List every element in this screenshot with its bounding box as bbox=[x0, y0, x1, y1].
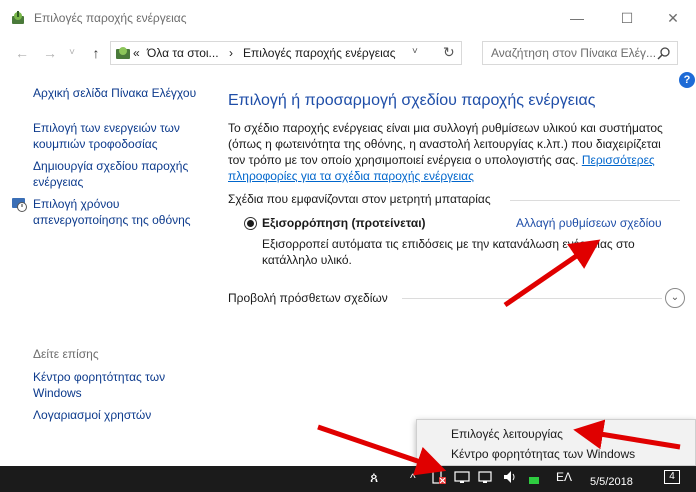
forward-button[interactable]: → bbox=[40, 43, 60, 63]
divider bbox=[510, 200, 680, 201]
close-button[interactable]: ✕ bbox=[650, 0, 696, 36]
minimize-button[interactable]: — bbox=[554, 0, 600, 36]
breadcrumb-current[interactable]: Επιλογές παροχής ενέργειας bbox=[243, 46, 395, 60]
display-timer-icon bbox=[12, 198, 27, 212]
sidebar-item-label: Κέντρο φορητότητας των bbox=[33, 370, 166, 384]
sidebar-item-label: Επιλογή των ενεργειών των bbox=[33, 121, 180, 135]
menu-item-power-options[interactable]: Επιλογές λειτουργίας bbox=[417, 424, 695, 444]
plan-radio-balanced[interactable] bbox=[244, 217, 257, 230]
sidebar-item-label: ενέργειας bbox=[33, 175, 84, 189]
taskbar-date[interactable]: 5/5/2018 bbox=[590, 476, 633, 488]
sidebar-item-label: Δημιουργία σχεδίου παροχής bbox=[33, 159, 189, 173]
see-also-heading: Δείτε επίσης bbox=[33, 347, 99, 361]
battery-warning-icon[interactable] bbox=[430, 469, 446, 485]
change-plan-settings-link[interactable]: Αλλαγή ρυθμίσεων σχεδίου bbox=[516, 216, 662, 230]
show-hidden-icons-chevron[interactable]: ^ bbox=[410, 471, 416, 485]
back-button[interactable]: ← bbox=[12, 43, 32, 63]
battery-level-icon[interactable] bbox=[526, 469, 542, 485]
sidebar-item-mobility-center[interactable]: Κέντρο φορητότητας των Windows bbox=[33, 369, 165, 401]
sidebar-item-label: Λογαριασμοί χρηστών bbox=[33, 408, 152, 422]
sidebar-item-user-accounts[interactable]: Λογαριασμοί χρηστών bbox=[33, 407, 151, 423]
address-bar[interactable]: « Όλα τα στοι... › Επιλογές παροχής ενέρ… bbox=[110, 41, 462, 65]
help-icon[interactable]: ? bbox=[679, 72, 695, 88]
arrow-to-battery-icon bbox=[317, 424, 447, 476]
sidebar-item-label: Επιλογή χρόνου bbox=[33, 197, 120, 211]
sidebar-item-power-buttons[interactable]: Επιλογή των ενεργειών των κουμπιών τροφο… bbox=[33, 120, 180, 152]
display-icon[interactable] bbox=[478, 469, 494, 485]
sidebar-item-label: κουμπιών τροφοδοσίας bbox=[33, 137, 158, 151]
menu-item-mobility-center[interactable]: Κέντρο φορητότητας των Windows bbox=[417, 444, 695, 464]
up-button[interactable]: ↑ bbox=[86, 43, 106, 63]
plan-description: Εξισορροπεί αυτόματα τις επιδόσεις με τη… bbox=[262, 237, 635, 267]
expand-chevron-icon[interactable]: ⌄ bbox=[665, 288, 685, 308]
people-icon[interactable]: ጰ bbox=[370, 469, 378, 486]
search-box[interactable]: Αναζήτηση στον Πίνακα Ελέγ... bbox=[482, 41, 678, 65]
address-dropdown-icon[interactable]: ˅ bbox=[412, 46, 418, 57]
notifications-icon[interactable]: 4 bbox=[664, 470, 680, 484]
sidebar-item-control-panel-home[interactable]: Αρχική σελίδα Πίνακα Ελέγχου bbox=[33, 85, 196, 101]
sidebar-item-label: απενεργοποίησης της οθόνης bbox=[33, 213, 191, 227]
sidebar-item-create-plan[interactable]: Δημιουργία σχεδίου παροχής ενέργειας bbox=[33, 158, 188, 190]
title-bar: Επιλογές παροχής ενέργειας — ☐ ✕ bbox=[0, 0, 696, 36]
plan-name[interactable]: Εξισορρόπηση (προτείνεται) bbox=[262, 216, 426, 230]
window-title: Επιλογές παροχής ενέργειας bbox=[34, 11, 187, 25]
control-panel-icon bbox=[116, 47, 130, 59]
refresh-icon[interactable]: ↻ bbox=[443, 44, 455, 61]
plans-group-header: Σχέδια που εμφανίζονται στον μετρητή μπα… bbox=[228, 192, 491, 206]
breadcrumb-prefix[interactable]: « bbox=[133, 46, 140, 60]
sidebar-item-label: Windows bbox=[33, 386, 82, 400]
battery-context-menu: Επιλογές λειτουργίας Κέντρο φορητότητας … bbox=[416, 419, 696, 466]
maximize-button[interactable]: ☐ bbox=[604, 0, 650, 36]
search-placeholder: Αναζήτηση στον Πίνακα Ελέγ... bbox=[491, 46, 657, 60]
search-icon[interactable] bbox=[657, 46, 671, 60]
breadcrumb-separator[interactable]: › bbox=[229, 46, 233, 60]
power-options-icon bbox=[12, 11, 24, 24]
sidebar-item-display-off[interactable]: Επιλογή χρόνου απενεργοποίησης της οθόνη… bbox=[33, 196, 191, 228]
page-title: Επιλογή ή προσαρμογή σχεδίου παροχής ενέ… bbox=[228, 92, 596, 109]
show-additional-plans[interactable]: Προβολή πρόσθετων σχεδίων bbox=[228, 291, 388, 305]
input-language-indicator[interactable]: ΕΛ bbox=[556, 470, 572, 484]
volume-icon[interactable] bbox=[502, 469, 518, 485]
network-icon[interactable] bbox=[454, 469, 470, 485]
navigation-bar: ← → ˅ ↑ « Όλα τα στοι... › Επιλογές παρο… bbox=[0, 36, 696, 70]
recent-locations-button[interactable]: ˅ bbox=[62, 43, 82, 63]
breadcrumb-all-items[interactable]: Όλα τα στοι... bbox=[147, 46, 219, 60]
divider bbox=[402, 298, 662, 299]
page-description: Το σχέδιο παροχής ενέργειας είναι μια συ… bbox=[228, 120, 674, 184]
